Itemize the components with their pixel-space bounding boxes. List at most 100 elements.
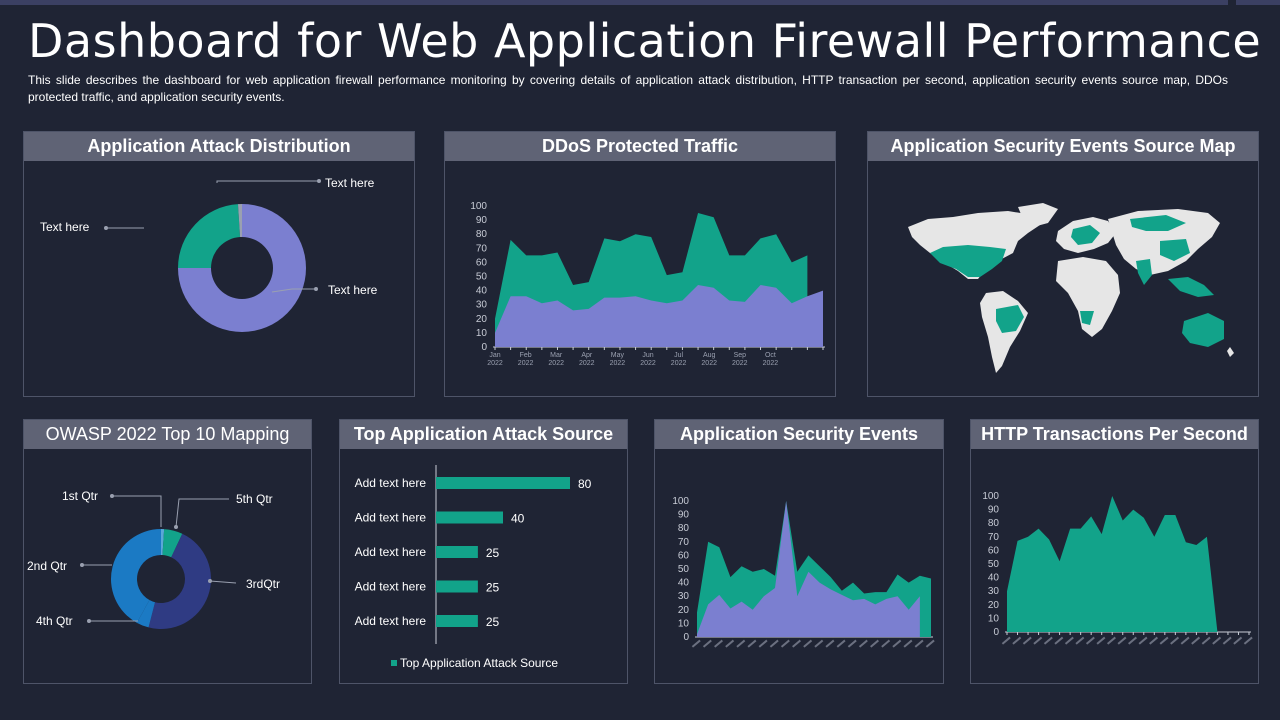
owasp-label-3rd: 3rdQtr — [246, 577, 281, 591]
events-xlabel-5 — [747, 639, 757, 648]
owasp-leader-line-1 — [175, 498, 229, 528]
top-source-category-3: Add text here — [355, 580, 427, 594]
http-xlabel-16 — [1170, 636, 1180, 645]
events-xlabel-14 — [847, 639, 857, 648]
ddos-xlabel-5: Jun — [642, 352, 653, 359]
events-ytick-1: 10 — [678, 618, 690, 629]
attack-distribution-title: Application Attack Distribution — [24, 132, 414, 161]
top-source-bar-1 — [436, 511, 503, 524]
owasp-chart — [80, 494, 237, 629]
events-ytick-0: 0 — [683, 632, 689, 643]
security-events-title: Application Security Events — [655, 420, 943, 449]
ddos-xlabel-year-6: 2022 — [671, 360, 687, 367]
events-xlabel-20 — [914, 639, 924, 648]
top-source-value-1: 40 — [511, 512, 525, 526]
http-xlabel-4 — [1043, 636, 1053, 645]
security-events-chart: 0 10 20 30 40 50 60 70 80 90 100 — [672, 496, 935, 648]
ddos-panel: DDoS Protected Traffic 0 10 20 30 40 50 60 70 80… — [444, 131, 836, 397]
http-xlabel-17 — [1180, 636, 1190, 645]
top-source-bar-4 — [436, 615, 478, 627]
ddos-ytick-9: 90 — [476, 215, 488, 226]
events-ytick-5: 50 — [678, 564, 690, 575]
map-india — [1136, 259, 1152, 285]
ddos-ytick-5: 50 — [476, 272, 488, 283]
ddos-xlabel-1: Feb — [520, 352, 532, 359]
ddos-xlabel-4: May — [611, 352, 625, 359]
owasp-leader-dot-2 — [80, 563, 84, 567]
top-source-legend-label: Top Application Attack Source — [400, 656, 558, 670]
http-xlabel-0 — [1001, 636, 1011, 645]
attack-distribution-chart — [104, 179, 321, 332]
ddos-xlabel-8: Sep — [734, 352, 747, 359]
top-source-chart: Add text here 80 Add text here 40 Add text h… — [355, 465, 592, 670]
ddos-xlabel-0: Jan — [489, 352, 500, 359]
attack-slice-1 — [178, 204, 241, 268]
http-ytick-7: 70 — [988, 532, 1000, 543]
events-xlabel-18 — [892, 639, 902, 648]
attack-leader-dot-0 — [317, 179, 321, 183]
owasp-leader-dot-0 — [110, 494, 114, 498]
ddos-xlabel-3: Apr — [581, 352, 593, 359]
http-xlabel-10 — [1106, 636, 1116, 645]
http-xlabel-23 — [1243, 636, 1253, 645]
events-xlabel-2 — [714, 639, 723, 648]
ddos-chart: 0102030405060708090100Jan2022Feb2022Mar2… — [470, 201, 825, 367]
ddos-ytick-4: 40 — [476, 286, 488, 297]
map-usa — [930, 245, 1006, 277]
top-source-bar-3 — [436, 580, 478, 593]
source-map-panel: Application Security Events Source Map — [867, 131, 1259, 397]
attack-leader-dot-1 — [104, 226, 108, 230]
http-panel: HTTP Transactions Per Second 0 10 20 30 40 50… — [970, 419, 1259, 684]
http-xlabel-12 — [1128, 636, 1137, 645]
events-xlabel-1 — [702, 639, 712, 648]
top-source-bar-0 — [436, 477, 570, 489]
top-accent-bar-right — [1236, 0, 1280, 5]
ddos-ytick-8: 80 — [476, 229, 488, 240]
http-xlabel-11 — [1117, 636, 1127, 645]
ddos-ytick-1: 10 — [476, 328, 488, 339]
events-xlabel-0 — [691, 639, 701, 648]
events-xlabel-8 — [780, 639, 790, 648]
map-se-asia — [1168, 277, 1214, 297]
top-source-category-1: Add text here — [355, 511, 427, 525]
http-ytick-1: 10 — [988, 613, 1000, 624]
owasp-label-4th: 4th Qtr — [36, 614, 73, 628]
ddos-xlabel-year-1: 2022 — [518, 360, 534, 367]
ddos-ytick-2: 20 — [476, 314, 488, 325]
ddos-xlabel-year-3: 2022 — [579, 360, 595, 367]
events-ytick-9: 90 — [678, 510, 690, 521]
ddos-xlabel-9: Oct — [765, 352, 776, 359]
owasp-title: OWASP 2022 Top 10 Mapping — [24, 420, 311, 449]
ddos-xlabel-year-7: 2022 — [701, 360, 717, 367]
attack-distribution-panel: Application Attack Distribution Text her… — [23, 131, 415, 397]
http-ytick-8: 80 — [988, 518, 1000, 529]
ddos-ytick-7: 70 — [476, 243, 488, 254]
http-title: HTTP Transactions Per Second — [971, 420, 1258, 449]
http-xlabel-3 — [1033, 636, 1043, 645]
top-source-title: Top Application Attack Source — [340, 420, 627, 449]
ddos-ytick-6: 60 — [476, 257, 488, 268]
ddos-xlabel-year-4: 2022 — [610, 360, 626, 367]
ddos-xlabel-6: Jul — [674, 352, 683, 359]
http-xlabel-21 — [1222, 636, 1232, 645]
security-events-panel: Application Security Events 0 10 20 30 40 50 6… — [654, 419, 944, 684]
top-source-value-3: 25 — [486, 581, 500, 595]
attack-leader-dot-2 — [314, 287, 318, 291]
http-ytick-10: 100 — [982, 491, 999, 502]
owasp-leader-dot-4 — [87, 619, 91, 623]
ddos-xlabel-7: Aug — [703, 352, 716, 359]
http-xlabel-22 — [1233, 636, 1243, 645]
http-ytick-9: 90 — [988, 505, 1000, 516]
http-chart: 0 10 20 30 40 50 60 70 80 90 100 — [982, 491, 1253, 645]
ddos-ytick-3: 30 — [476, 300, 488, 311]
http-ytick-0: 0 — [993, 627, 999, 638]
events-xlabel-17 — [881, 639, 891, 648]
http-xlabel-14 — [1149, 636, 1159, 645]
http-xlabel-5 — [1054, 636, 1064, 645]
http-xlabel-20 — [1212, 636, 1222, 645]
http-xlabel-6 — [1064, 636, 1074, 645]
events-xlabel-11 — [814, 639, 824, 648]
owasp-label-5th: 5th Qtr — [236, 492, 273, 506]
events-xlabel-19 — [903, 639, 913, 648]
attack-leader-line-0 — [216, 180, 319, 183]
